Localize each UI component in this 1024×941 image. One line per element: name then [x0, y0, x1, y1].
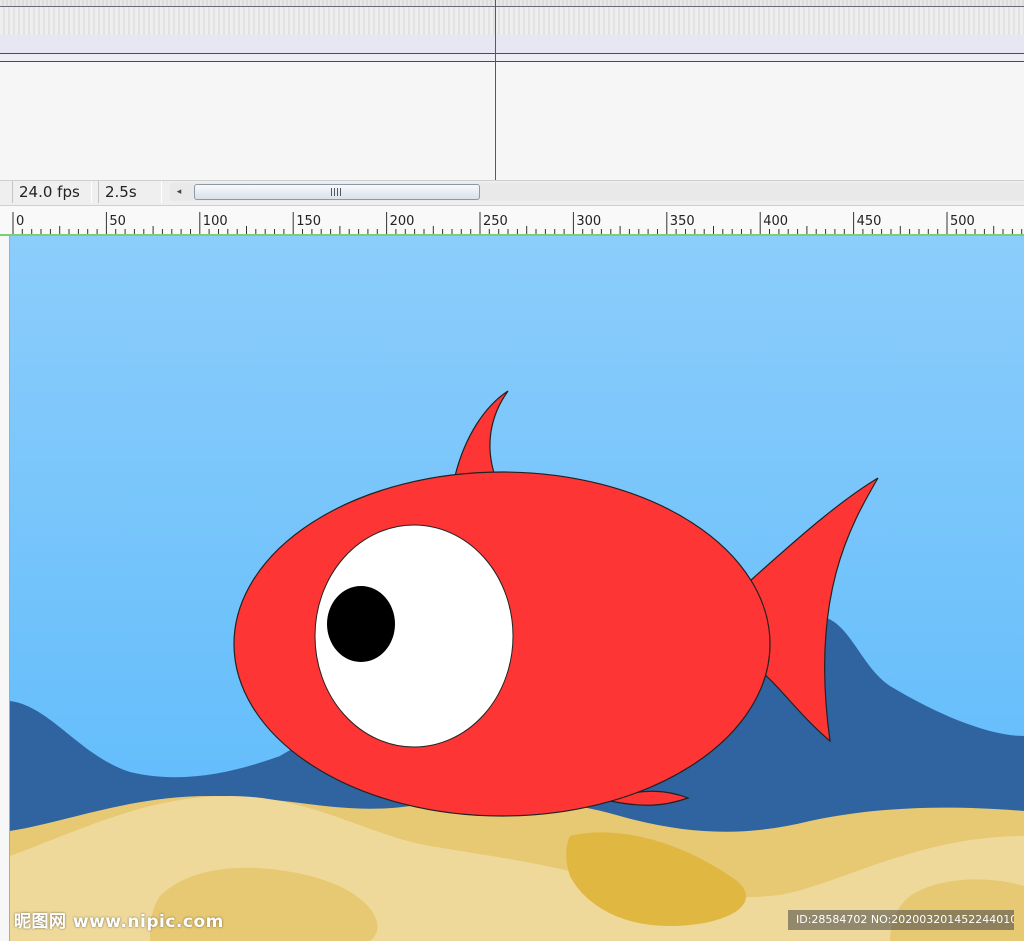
ruler-label: 350 — [670, 214, 695, 229]
ruler-label: 450 — [857, 214, 882, 229]
elapsed-time-field: 2.5s — [98, 181, 162, 203]
vertical-ruler — [0, 236, 9, 941]
ruler-label: 200 — [390, 214, 415, 229]
watermark-left: 昵图网 www.nipic.com — [14, 912, 224, 932]
timeline-status-bar: 24.0 fps 2.5s ◂ — [0, 180, 1024, 206]
scrollbar-thumb[interactable] — [194, 184, 480, 200]
fish-scene — [10, 236, 1024, 941]
scroll-left-arrow-icon[interactable]: ◂ — [170, 183, 188, 201]
ruler-label: 100 — [203, 214, 228, 229]
ruler-label: 300 — [576, 214, 601, 229]
horizontal-ruler: 0 50 100 150 200 250 300 350 400 450 500 — [0, 206, 1024, 235]
timeline-layer-row[interactable] — [0, 6, 1024, 36]
ruler-label: 150 — [296, 214, 321, 229]
ruler-label: 0 — [16, 214, 24, 229]
ruler-label: 400 — [763, 214, 788, 229]
ruler-label: 500 — [950, 214, 975, 229]
ruler-label: 50 — [109, 214, 126, 229]
stage-canvas[interactable] — [10, 236, 1024, 941]
timeline-panel[interactable] — [0, 0, 1024, 180]
flash-editor-window: 24.0 fps 2.5s ◂ 0 50 100 150 200 250 300 350 400… — [0, 0, 1024, 941]
ruler-ticks: 0 50 100 150 200 250 300 350 400 450 500 — [12, 212, 1023, 234]
watermark-id: ID:28584702 NO:20200320145224401000 — [788, 910, 1014, 930]
timeline-horizontal-scrollbar[interactable]: ◂ — [170, 183, 1024, 201]
frame-rate-field[interactable]: 24.0 fps — [12, 181, 92, 203]
grip-icon — [331, 188, 343, 196]
timeline-layer-row[interactable] — [0, 35, 1024, 54]
timeline-layer-row[interactable] — [0, 54, 1024, 62]
playhead[interactable] — [495, 0, 496, 180]
ruler-label: 250 — [483, 214, 508, 229]
fish-pupil — [327, 586, 395, 662]
